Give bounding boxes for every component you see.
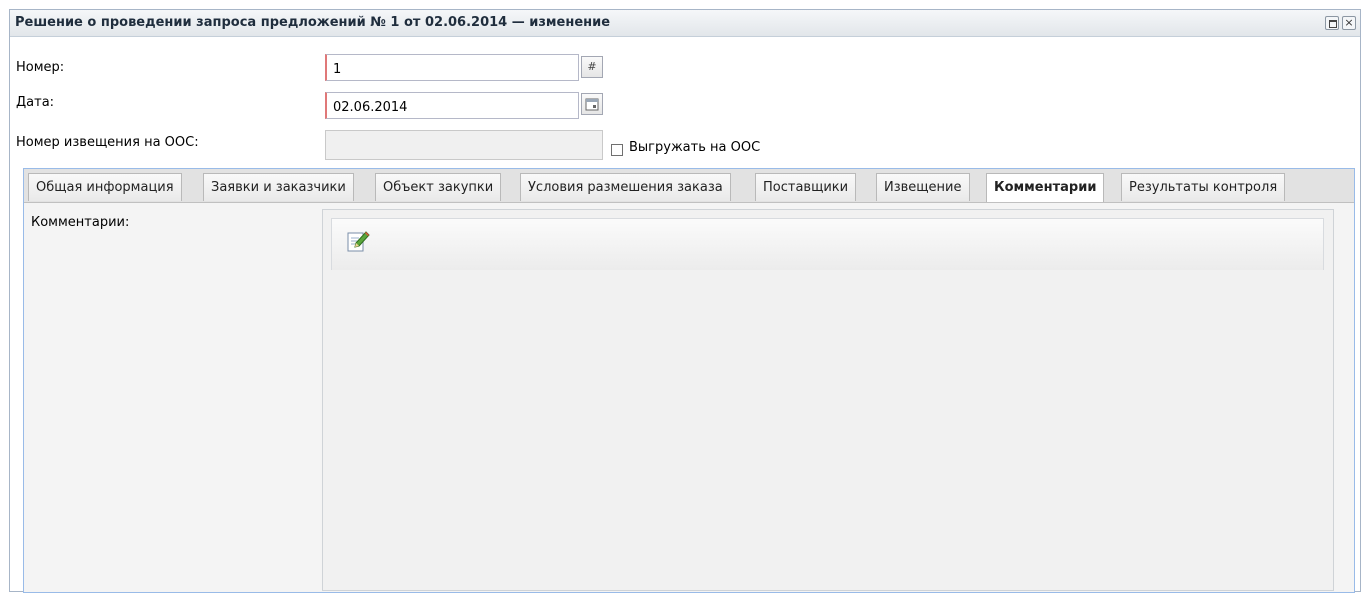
number-label: Номер: [16, 60, 65, 75]
tab-notice[interactable]: Извещение [876, 173, 970, 201]
number-generate-icon[interactable]: # [581, 56, 603, 78]
date-label: Дата: [16, 95, 55, 110]
close-icon[interactable]: × [1342, 16, 1356, 30]
upload-checkbox-label[interactable]: Выгружать на ООС [629, 140, 760, 155]
tab-body: Комментарии: [24, 203, 1354, 592]
tab-panel: Общая информация Заявки и заказчики Объе… [23, 168, 1355, 593]
date-value: 02.06.2014 [333, 100, 408, 115]
upload-checkbox[interactable] [611, 144, 623, 156]
number-field[interactable]: 1 [325, 54, 579, 81]
window-title: Решение о проведении запроса предложений… [15, 15, 611, 30]
edit-note-icon[interactable] [346, 229, 370, 253]
number-value: 1 [333, 62, 342, 77]
dialog-window: Решение о проведении запроса предложений… [9, 9, 1361, 593]
tab-control-results[interactable]: Результаты контроля [1121, 173, 1286, 201]
tab-purchase-object[interactable]: Объект закупки [375, 173, 502, 201]
tab-strip: Общая информация Заявки и заказчики Объе… [24, 169, 1354, 203]
date-field[interactable]: 02.06.2014 [325, 92, 579, 119]
tab-suppliers[interactable]: Поставщики [755, 173, 857, 201]
editor-toolbar [331, 218, 1324, 270]
window-maximize-icon[interactable] [1325, 16, 1339, 30]
tab-comments[interactable]: Комментарии [986, 173, 1105, 202]
tab-general-info[interactable]: Общая информация [28, 173, 182, 201]
comments-editor[interactable] [322, 209, 1334, 591]
notice-label: Номер извещения на ООС: [16, 135, 199, 150]
tab-requests-customers[interactable]: Заявки и заказчики [203, 173, 354, 201]
notice-field[interactable] [325, 130, 603, 160]
comments-label: Комментарии: [31, 215, 130, 230]
calendar-icon[interactable] [581, 93, 603, 115]
tab-order-conditions[interactable]: Условия размешения заказа [520, 173, 731, 201]
window-titlebar[interactable]: Решение о проведении запроса предложений… [10, 10, 1360, 37]
